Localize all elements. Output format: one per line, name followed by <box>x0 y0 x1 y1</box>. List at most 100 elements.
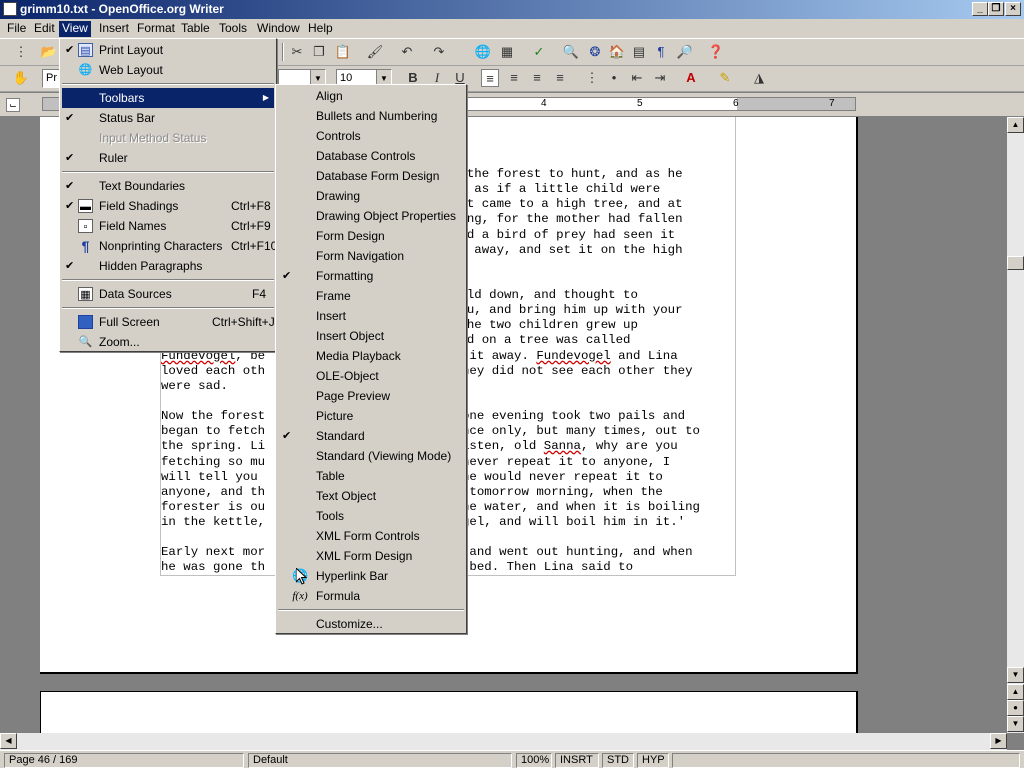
increase-indent-icon[interactable]: ⇥ <box>651 69 669 87</box>
format-paintbrush-icon[interactable]: 🖌 <box>366 43 384 61</box>
submenu-item-hyperlink-bar[interactable]: 🌐 Hyperlink Bar <box>278 566 464 586</box>
scroll-down-icon[interactable]: ▼ <box>1007 667 1024 683</box>
horizontal-scrollbar[interactable]: ◀ ▶ <box>0 733 1007 750</box>
align-left-icon[interactable]: ≡ <box>481 69 499 87</box>
nonprinting-characters-icon[interactable]: ¶ <box>652 43 670 61</box>
submenu-item-formatting[interactable]: ✔ Formatting <box>278 266 464 286</box>
submenu-item-xml-form-design[interactable]: XML Form Design <box>278 546 464 566</box>
background-color-icon[interactable]: ◮ <box>750 69 768 87</box>
submenu-item-align[interactable]: Align <box>278 86 464 106</box>
tab-stop-selector[interactable]: ⌙ <box>6 98 20 112</box>
submenu-item-standard-viewing-mode[interactable]: Standard (Viewing Mode) <box>278 446 464 466</box>
hyperlink-icon[interactable]: 🌐 <box>474 43 492 61</box>
previous-page-icon[interactable]: ▲ <box>1007 684 1024 700</box>
submenu-item-form-navigation[interactable]: Form Navigation <box>278 246 464 266</box>
scroll-left-icon[interactable]: ◀ <box>0 733 17 749</box>
document-page-next[interactable] <box>40 691 858 733</box>
menu-item-field-shadings[interactable]: ✔ ▬ Field Shadings Ctrl+F8 <box>62 196 274 216</box>
find-replace-icon[interactable]: 🔍 <box>562 43 580 61</box>
submenu-item-database-form-design[interactable]: Database Form Design <box>278 166 464 186</box>
menu-view[interactable]: View <box>59 21 91 37</box>
vertical-scrollbar[interactable]: ▲ ▼ ▲ ● ▼ <box>1007 117 1024 733</box>
submenu-item-bullets-and-numbering[interactable]: Bullets and Numbering <box>278 106 464 126</box>
submenu-item-controls[interactable]: Controls <box>278 126 464 146</box>
vertical-scroll-thumb[interactable] <box>1007 256 1024 270</box>
cut-icon[interactable]: ✂ <box>288 43 306 61</box>
minimize-button[interactable]: _ <box>972 2 988 16</box>
menu-window[interactable]: Window <box>254 21 303 37</box>
submenu-item-drawing-object-properties[interactable]: Drawing Object Properties <box>278 206 464 226</box>
copy-icon[interactable]: ❐ <box>310 43 328 61</box>
scroll-right-icon[interactable]: ▶ <box>990 733 1007 749</box>
submenu-item-text-object[interactable]: Text Object <box>278 486 464 506</box>
justify-icon[interactable]: ≡ <box>551 69 569 87</box>
submenu-item-frame[interactable]: Frame <box>278 286 464 306</box>
redo-icon[interactable]: ↷ <box>430 43 448 61</box>
menu-item-field-names[interactable]: ▫ Field Names Ctrl+F9 <box>62 216 274 236</box>
navigator-icon[interactable]: ❂ <box>586 43 604 61</box>
numbering-icon[interactable]: ⋮ <box>583 69 601 87</box>
scroll-up-icon[interactable]: ▲ <box>1007 117 1024 133</box>
menu-item-data-sources[interactable]: ▦ Data Sources F4 <box>62 284 274 304</box>
app-icon[interactable] <box>3 2 17 16</box>
zoom-toolbar-icon[interactable]: 🔎 <box>676 43 694 61</box>
open-icon[interactable]: 📂 <box>40 43 58 61</box>
menu-item-zoom[interactable]: 🔍 Zoom... <box>62 332 274 352</box>
help-icon[interactable]: ❓ <box>707 43 725 61</box>
highlighting-icon[interactable]: ✎ <box>716 69 734 87</box>
submenu-item-picture[interactable]: Picture <box>278 406 464 426</box>
submenu-item-formula[interactable]: f(x) Formula <box>278 586 464 606</box>
submenu-item-ole-object[interactable]: OLE-Object <box>278 366 464 386</box>
restore-button[interactable]: ❐ <box>988 2 1004 16</box>
menu-item-hidden-paragraphs[interactable]: ✔ Hidden Paragraphs <box>62 256 274 276</box>
submenu-item-form-design[interactable]: Form Design <box>278 226 464 246</box>
data-sources-toolbar-icon[interactable]: ▤ <box>630 43 648 61</box>
submenu-item-tools[interactable]: Tools <box>278 506 464 526</box>
menu-item-toolbars[interactable]: Toolbars ▶ <box>62 88 274 108</box>
menu-insert[interactable]: Insert <box>96 21 132 37</box>
decrease-indent-icon[interactable]: ⇤ <box>628 69 646 87</box>
menu-tools[interactable]: Tools <box>216 21 250 37</box>
menu-table[interactable]: Table <box>178 21 213 37</box>
submenu-item-xml-form-controls[interactable]: XML Form Controls <box>278 526 464 546</box>
show-draw-functions-icon[interactable]: ✓ <box>530 43 548 61</box>
status-selection-mode[interactable]: STD <box>602 753 634 768</box>
navigation-icon[interactable]: ● <box>1007 700 1024 716</box>
font-color-icon[interactable]: A <box>682 69 700 87</box>
paste-icon[interactable]: 📋 <box>334 43 352 61</box>
submenu-item-drawing[interactable]: Drawing <box>278 186 464 206</box>
menu-format[interactable]: Format <box>134 21 178 37</box>
status-page-style[interactable]: Default <box>248 753 512 768</box>
undo-icon[interactable]: ↶ <box>398 43 416 61</box>
menu-file[interactable]: File <box>4 21 29 37</box>
menu-edit[interactable]: Edit <box>31 21 58 37</box>
menu-item-status-bar[interactable]: ✔ Status Bar <box>62 108 274 128</box>
menu-item-web-layout[interactable]: 🌐 Web Layout <box>62 60 274 80</box>
status-hyperlink-mode[interactable]: HYP <box>637 753 669 768</box>
submenu-item-standard[interactable]: ✔ Standard <box>278 426 464 446</box>
align-center-icon[interactable]: ≡ <box>505 69 523 87</box>
gallery-icon[interactable]: 🏠 <box>608 43 626 61</box>
submenu-item-table[interactable]: Table <box>278 466 464 486</box>
menu-help[interactable]: Help <box>305 21 336 37</box>
submenu-item-customize[interactable]: Customize... <box>278 614 464 634</box>
styles-formatting-icon[interactable]: ✋ <box>12 69 30 87</box>
status-page[interactable]: Page 46 / 169 <box>4 753 244 768</box>
submenu-item-insert-object[interactable]: Insert Object <box>278 326 464 346</box>
menu-item-nonprinting-characters[interactable]: ¶ Nonprinting Characters Ctrl+F10 <box>62 236 278 256</box>
menu-item-ruler[interactable]: ✔ Ruler <box>62 148 274 168</box>
submenu-item-database-controls[interactable]: Database Controls <box>278 146 464 166</box>
toolbar-handle-icon[interactable]: ⋮ <box>12 43 30 61</box>
menu-item-full-screen[interactable]: Full Screen Ctrl+Shift+J <box>62 312 275 332</box>
submenu-item-media-playback[interactable]: Media Playback <box>278 346 464 366</box>
next-page-icon[interactable]: ▼ <box>1007 716 1024 732</box>
align-right-icon[interactable]: ≡ <box>528 69 546 87</box>
menu-item-text-boundaries[interactable]: ✔ Text Boundaries <box>62 176 274 196</box>
submenu-item-page-preview[interactable]: Page Preview <box>278 386 464 406</box>
close-button[interactable]: × <box>1005 2 1021 16</box>
status-zoom[interactable]: 100% <box>516 753 552 768</box>
bullets-icon[interactable]: • <box>605 69 623 87</box>
table-icon[interactable]: ▦ <box>498 43 516 61</box>
menu-item-print-layout[interactable]: ✔ ▤ Print Layout <box>62 40 274 60</box>
status-insert-mode[interactable]: INSRT <box>555 753 599 768</box>
